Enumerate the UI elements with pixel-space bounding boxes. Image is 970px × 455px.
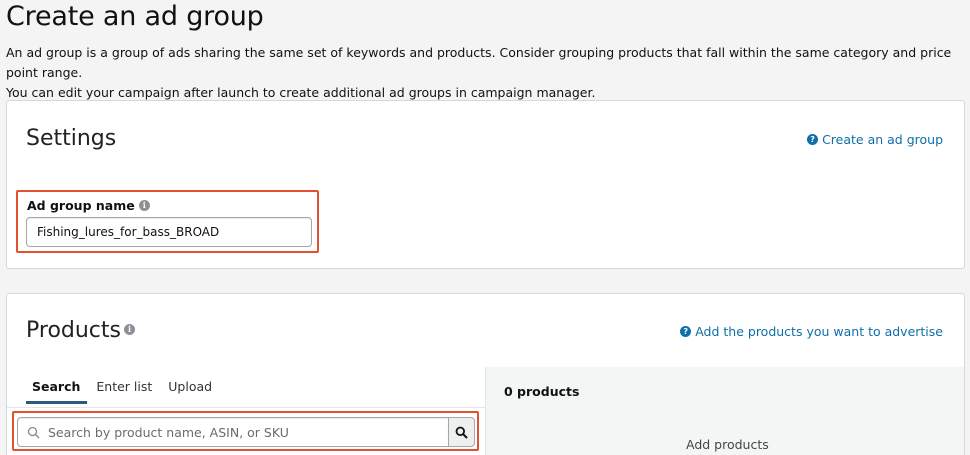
page-title: Create an ad group [6, 1, 264, 32]
magnifier-icon [455, 426, 468, 439]
products-count: 0 products [504, 384, 580, 399]
tab-enter-list[interactable]: Enter list [90, 379, 159, 404]
help-link-label: Add the products you want to advertise [695, 324, 943, 339]
products-title: Products [26, 318, 121, 343]
intro-text: An ad group is a group of ads sharing th… [6, 43, 966, 103]
tabs-divider [7, 407, 485, 408]
tab-upload[interactable]: Upload [162, 379, 219, 404]
help-link-label: Create an ad group [822, 132, 943, 147]
ad-group-name-input[interactable] [26, 217, 312, 247]
add-products-help-link[interactable]: ? Add the products you want to advertise [680, 324, 943, 339]
search-button[interactable] [448, 417, 475, 447]
settings-card: Settings ? Create an ad group Ad group n… [6, 100, 965, 269]
added-products-panel: 0 products Add products [486, 367, 964, 455]
help-circle-icon: ? [807, 134, 819, 145]
ad-group-name-label: Ad group name [27, 198, 135, 213]
products-card: Products i ? Add the products you want to… [6, 293, 965, 455]
add-products-empty-label: Add products [686, 437, 769, 452]
info-circle-icon[interactable]: i [124, 323, 135, 335]
create-ad-group-help-link[interactable]: ? Create an ad group [807, 132, 943, 147]
settings-title: Settings [26, 126, 117, 151]
info-circle-icon[interactable]: i [138, 200, 150, 211]
help-circle-icon: ? [680, 326, 692, 337]
intro-line-1: An ad group is a group of ads sharing th… [6, 45, 952, 80]
product-search-input[interactable] [48, 424, 448, 440]
ad-group-name-label-row: Ad group name i [27, 198, 150, 213]
product-tabs: Search Enter list Upload [26, 379, 219, 404]
search-icon [18, 426, 48, 439]
products-title-row: Products i [26, 318, 135, 343]
tab-search[interactable]: Search [26, 379, 88, 404]
product-search-box [17, 417, 449, 447]
create-ad-group-page: Create an ad group An ad group is a grou… [0, 0, 970, 455]
